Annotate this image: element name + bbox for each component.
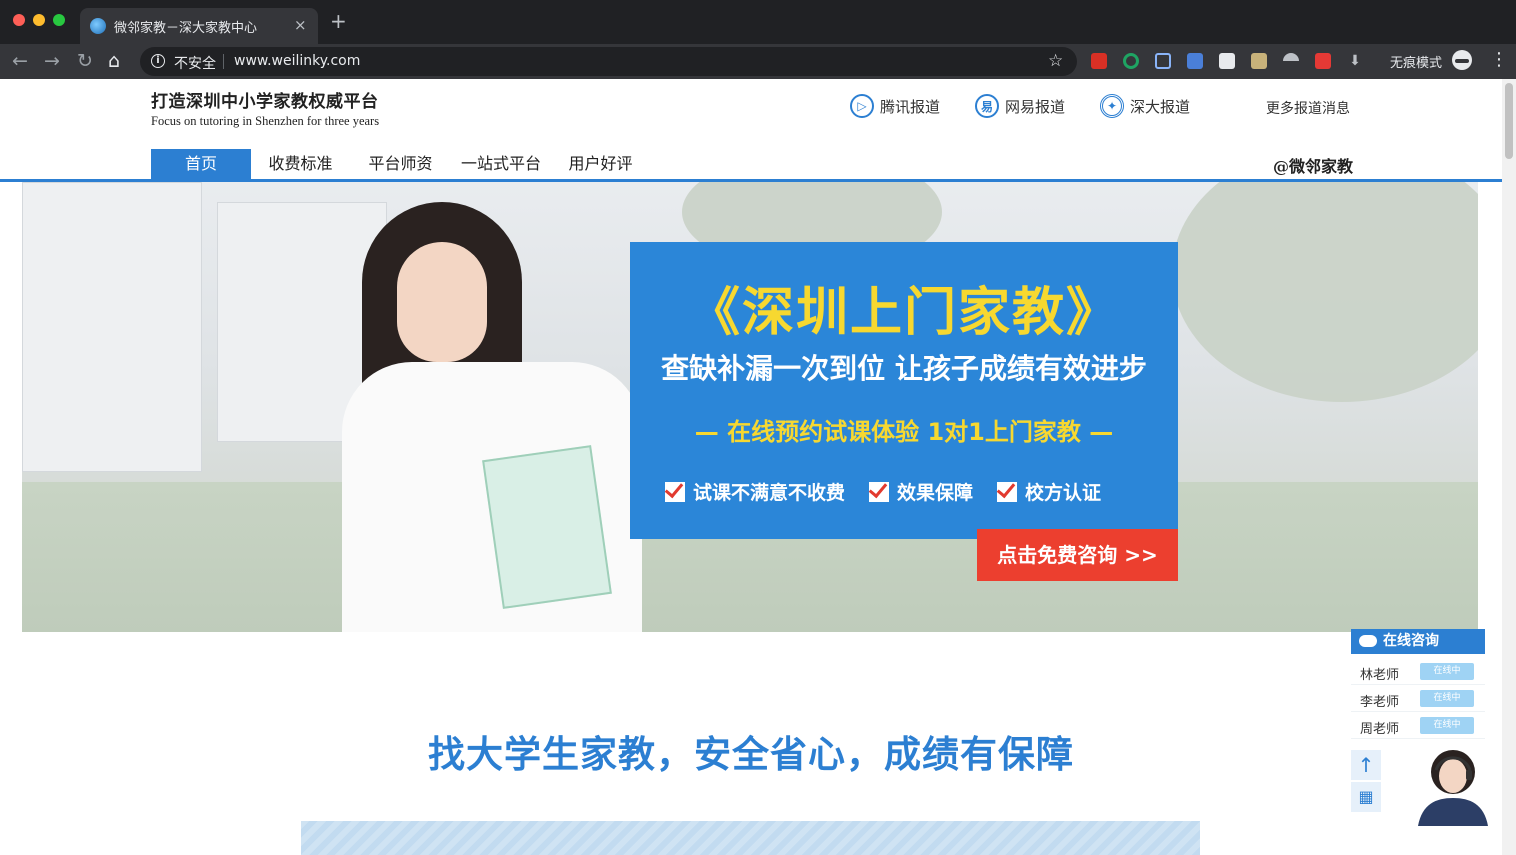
campus-building <box>22 182 202 472</box>
checkbox-icon <box>997 481 1018 502</box>
report-netease-label: 网易报道 <box>1005 97 1066 116</box>
student-book <box>482 445 612 609</box>
address-bar[interactable]: i 不安全 www.weilinky.com ☆ <box>140 47 1077 76</box>
new-tab-button[interactable]: + <box>330 11 347 31</box>
url-text[interactable]: www.weilinky.com <box>234 53 360 69</box>
reload-icon[interactable]: ↻ <box>77 50 93 72</box>
check-item: 试课不满意不收费 <box>665 478 845 505</box>
info-icon[interactable]: i <box>151 54 165 68</box>
page-scrollbar[interactable] <box>1502 79 1516 855</box>
check-item: 效果保障 <box>869 478 973 505</box>
adblock-icon[interactable] <box>1091 53 1107 69</box>
scrollbar-thumb[interactable] <box>1505 83 1513 159</box>
netease-icon: 易 <box>975 94 999 118</box>
teacher-name: 周老师 <box>1360 722 1400 737</box>
tencent-video-icon: ▷ <box>850 94 874 118</box>
teacher-row[interactable]: 林老师 在线中 <box>1351 658 1485 685</box>
back-arrow-icon[interactable]: ← <box>12 50 28 72</box>
consult-header: 在线咨询 <box>1351 629 1485 654</box>
teacher-name: 林老师 <box>1360 668 1400 683</box>
promo-subtitle: 查缺补漏一次到位 让孩子成绩有效进步 <box>661 352 1147 385</box>
site-slogan-english: Focus on tutoring in Shenzhen for three … <box>151 114 380 128</box>
promo-title: 《深圳上门家教》 <box>687 283 1120 343</box>
nav-home[interactable]: 首页 <box>151 149 251 179</box>
online-status-button[interactable]: 在线中 <box>1420 663 1474 680</box>
check-item: 校方认证 <box>997 478 1101 505</box>
download-icon[interactable]: ⬇ <box>1347 53 1363 69</box>
checkbox-icon <box>665 481 685 502</box>
home-icon[interactable]: ⌂ <box>108 50 120 72</box>
incognito-icon[interactable] <box>1452 50 1472 70</box>
main-nav: 首页 收费标准 平台师资 一站式平台 用户好评 @微邻家教 <box>0 149 1502 182</box>
umbrella-icon[interactable] <box>1283 53 1299 69</box>
online-status-button[interactable]: 在线中 <box>1420 690 1474 707</box>
report-tencent[interactable]: ▷ 腾讯报道 <box>850 93 940 119</box>
promo-checks: 试课不满意不收费 效果保障 校方认证 <box>665 478 1101 505</box>
browser-toolbar: ← → ↻ ⌂ i 不安全 www.weilinky.com ☆ ⬇ 无痕模式 … <box>0 44 1516 79</box>
check-label: 试课不满意不收费 <box>693 482 846 504</box>
report-netease[interactable]: 易 网易报道 <box>975 93 1065 119</box>
nav-pricing[interactable]: 收费标准 <box>258 149 343 179</box>
promo-panel: 《深圳上门家教》 查缺补漏一次到位 让孩子成绩有效进步 — 在线预约试课体验 1… <box>630 242 1178 539</box>
szu-emblem-icon: ✦ <box>1100 94 1124 118</box>
site-favicon-icon <box>90 18 106 34</box>
section-headline: 找大学生家教，安全省心，成绩有保障 <box>428 733 1074 776</box>
incognito-label[interactable]: 无痕模式 <box>1390 52 1442 71</box>
teacher-row[interactable]: 周老师 在线中 <box>1351 712 1485 739</box>
more-reports-link[interactable]: 更多报道消息 <box>1266 98 1350 118</box>
site-slogan: 打造深圳中小学家教权威平台 <box>151 92 379 112</box>
teacher-name: 李老师 <box>1360 695 1400 710</box>
close-window-button[interactable] <box>13 14 25 26</box>
chat-bubble-icon <box>1359 635 1377 647</box>
qr-code-icon[interactable] <box>1187 53 1203 69</box>
video-extension-icon[interactable] <box>1315 53 1331 69</box>
image-extension-icon[interactable] <box>1251 53 1267 69</box>
browser-tab[interactable]: 微邻家教－深大家教中心 × <box>80 8 318 44</box>
consult-title: 在线咨询 <box>1383 633 1439 649</box>
s-extension-icon[interactable] <box>1219 53 1235 69</box>
checkbox-icon <box>869 481 890 502</box>
brand-handle: @微邻家教 <box>1273 157 1354 176</box>
student-face <box>397 242 487 362</box>
web-page: 打造深圳中小学家教权威平台 Focus on tutoring in Shenz… <box>0 79 1502 855</box>
nav-reviews[interactable]: 用户好评 <box>558 149 643 179</box>
customer-service-agent-icon <box>1418 750 1488 826</box>
check-label: 效果保障 <box>897 482 974 504</box>
promo-tagline: — 在线预约试课体验 1对1上门家教 — <box>694 418 1114 446</box>
maximize-window-button[interactable] <box>53 14 65 26</box>
report-szu[interactable]: ✦ 深大报道 <box>1100 93 1190 119</box>
qr-code-icon[interactable]: ▦ <box>1351 782 1381 812</box>
forward-arrow-icon[interactable]: → <box>44 50 60 72</box>
check-label: 校方认证 <box>1025 482 1102 504</box>
back-to-top-icon[interactable]: ↑ <box>1351 750 1381 780</box>
content-strip <box>301 821 1200 855</box>
campus-tree <box>1172 182 1478 402</box>
nav-teachers[interactable]: 平台师资 <box>358 149 443 179</box>
free-consult-button[interactable]: 点击免费咨询 >> <box>977 529 1178 581</box>
report-tencent-label: 腾讯报道 <box>880 97 941 116</box>
minimize-window-button[interactable] <box>33 14 45 26</box>
nav-one-stop[interactable]: 一站式平台 <box>455 149 547 179</box>
security-label[interactable]: 不安全 <box>174 53 216 73</box>
teacher-row[interactable]: 李老师 在线中 <box>1351 685 1485 712</box>
grammarly-icon[interactable] <box>1123 53 1139 69</box>
tab-close-icon[interactable]: × <box>294 16 307 34</box>
tab-title: 微邻家教－深大家教中心 <box>114 21 258 36</box>
report-szu-label: 深大报道 <box>1130 97 1191 116</box>
online-status-button[interactable]: 在线中 <box>1420 717 1474 734</box>
screenshot-icon[interactable] <box>1155 53 1171 69</box>
browser-menu-icon[interactable]: ⋮ <box>1490 49 1508 71</box>
bookmark-star-icon[interactable]: ☆ <box>1048 51 1063 71</box>
address-separator <box>223 54 224 69</box>
browser-tab-strip: 微邻家教－深大家教中心 × + <box>0 0 1516 44</box>
hero-banner[interactable]: 《深圳上门家教》 查缺补漏一次到位 让孩子成绩有效进步 — 在线预约试课体验 1… <box>22 182 1478 632</box>
